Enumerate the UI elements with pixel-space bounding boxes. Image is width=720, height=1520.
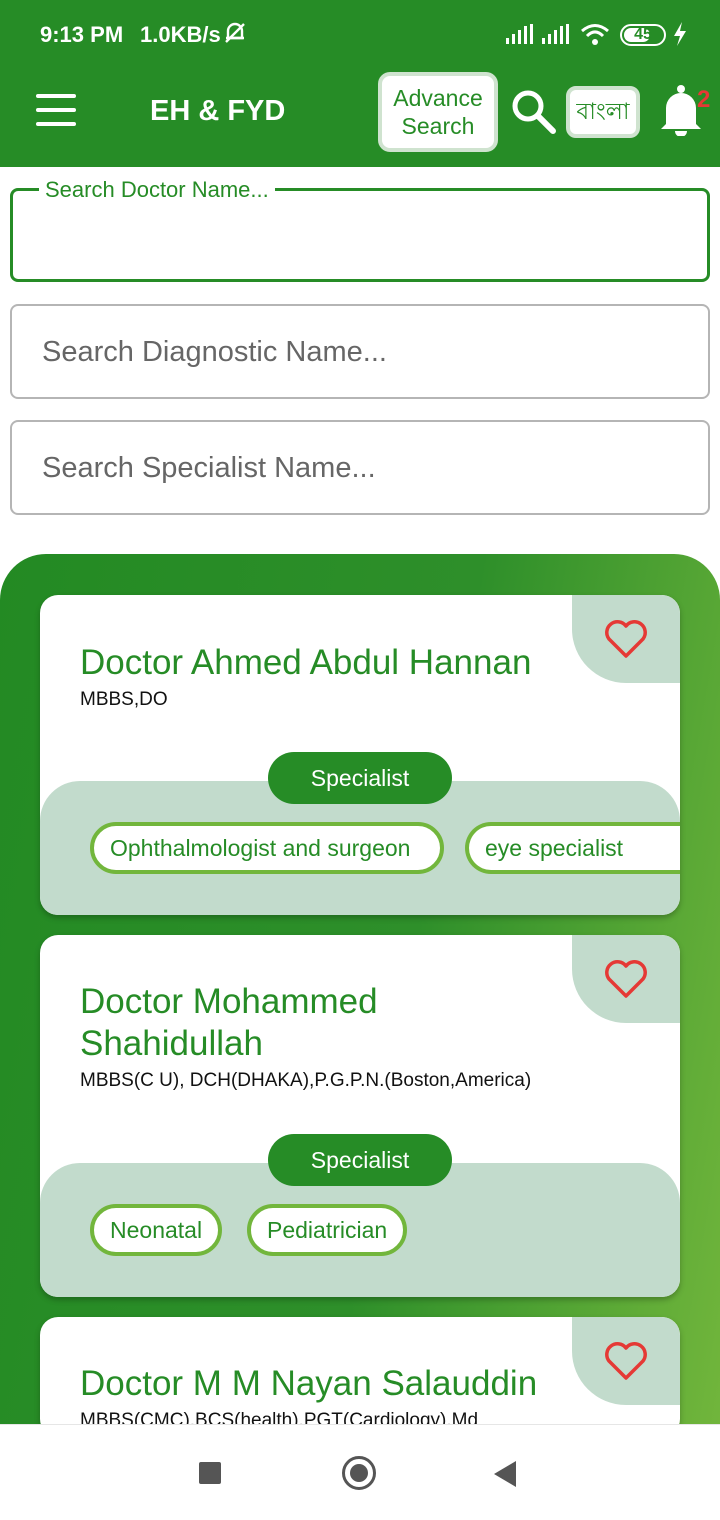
specialist-label: Specialist <box>268 1134 452 1186</box>
specialty-chip[interactable]: Pediatrician <box>247 1204 408 1256</box>
battery-icon: 45 <box>620 24 666 46</box>
heart-outline-icon <box>605 620 647 658</box>
battery-level: 45 <box>634 26 652 43</box>
advance-search-button[interactable]: Advance Search <box>378 72 498 152</box>
home-icon[interactable] <box>342 1456 376 1490</box>
doctor-name-line1: Doctor Mohammed <box>80 982 378 1021</box>
search-icon[interactable] <box>510 88 558 136</box>
specialist-search-input[interactable] <box>42 440 682 496</box>
diagnostic-search-input[interactable] <box>42 324 682 380</box>
specialty-chip[interactable]: Neonatal <box>90 1204 223 1256</box>
cellular-signal-icon <box>506 24 534 49</box>
specialty-chip[interactable]: Ophthalmologist and surgeon <box>90 822 444 874</box>
status-time: 9:13 PM <box>40 22 124 47</box>
doctor-search-input[interactable] <box>33 217 683 267</box>
doctor-card[interactable]: Doctor Ahmed Abdul Hannan MBBS,DO Specia… <box>40 595 680 915</box>
status-bar: 9:13 PM 1.0KB/s 45 <box>0 0 720 70</box>
doctor-name-line2: Shahidullah <box>80 1024 263 1063</box>
cellular-signal-icon <box>542 24 570 49</box>
specialty-chip[interactable]: eye specialist <box>465 822 680 874</box>
heart-outline-icon <box>605 1342 647 1380</box>
back-icon[interactable] <box>494 1461 516 1487</box>
recent-apps-icon[interactable] <box>199 1462 221 1484</box>
doctor-card[interactable]: Doctor M M Nayan Salauddin MBBS(CMC),BCS… <box>40 1317 680 1437</box>
doctor-name: Doctor Ahmed Abdul Hannan <box>80 643 532 682</box>
heart-outline-icon <box>605 960 647 998</box>
doctor-degree: MBBS,DO <box>80 689 168 710</box>
advance-search-label-line2: Search <box>401 113 475 139</box>
doctor-search-field[interactable]: Search Doctor Name... <box>10 177 710 282</box>
alarm-off-icon <box>222 20 248 51</box>
notification-count-badge: 2 <box>697 86 711 113</box>
hamburger-icon[interactable] <box>36 94 76 126</box>
charging-icon <box>672 22 688 51</box>
doctor-degree: MBBS(C U), DCH(DHAKA),P.G.P.N.(Boston,Am… <box>80 1070 532 1091</box>
doctor-card[interactable]: Doctor Mohammed Shahidullah MBBS(C U), D… <box>40 935 680 1297</box>
favorite-button[interactable] <box>572 935 680 1023</box>
language-toggle-button[interactable]: বাংলা <box>566 86 640 138</box>
favorite-button[interactable] <box>572 595 680 683</box>
doctor-name: Doctor Mohammed Shahidullah <box>80 981 378 1065</box>
wifi-icon <box>580 22 610 51</box>
specialist-search-field[interactable] <box>10 420 710 515</box>
diagnostic-search-field[interactable] <box>10 304 710 399</box>
doctor-search-label: Search Doctor Name... <box>39 177 275 203</box>
specialist-label: Specialist <box>268 752 452 804</box>
status-network-speed: 1.0KB/s <box>140 22 221 47</box>
system-navigation-bar <box>0 1424 720 1520</box>
app-header: 9:13 PM 1.0KB/s 45 EH & FYD Advance Sear… <box>0 0 720 167</box>
advance-search-label-line1: Advance <box>393 85 483 111</box>
app-title: EH & FYD <box>150 95 286 127</box>
doctor-name: Doctor M M Nayan Salauddin <box>80 1364 538 1403</box>
favorite-button[interactable] <box>572 1317 680 1405</box>
